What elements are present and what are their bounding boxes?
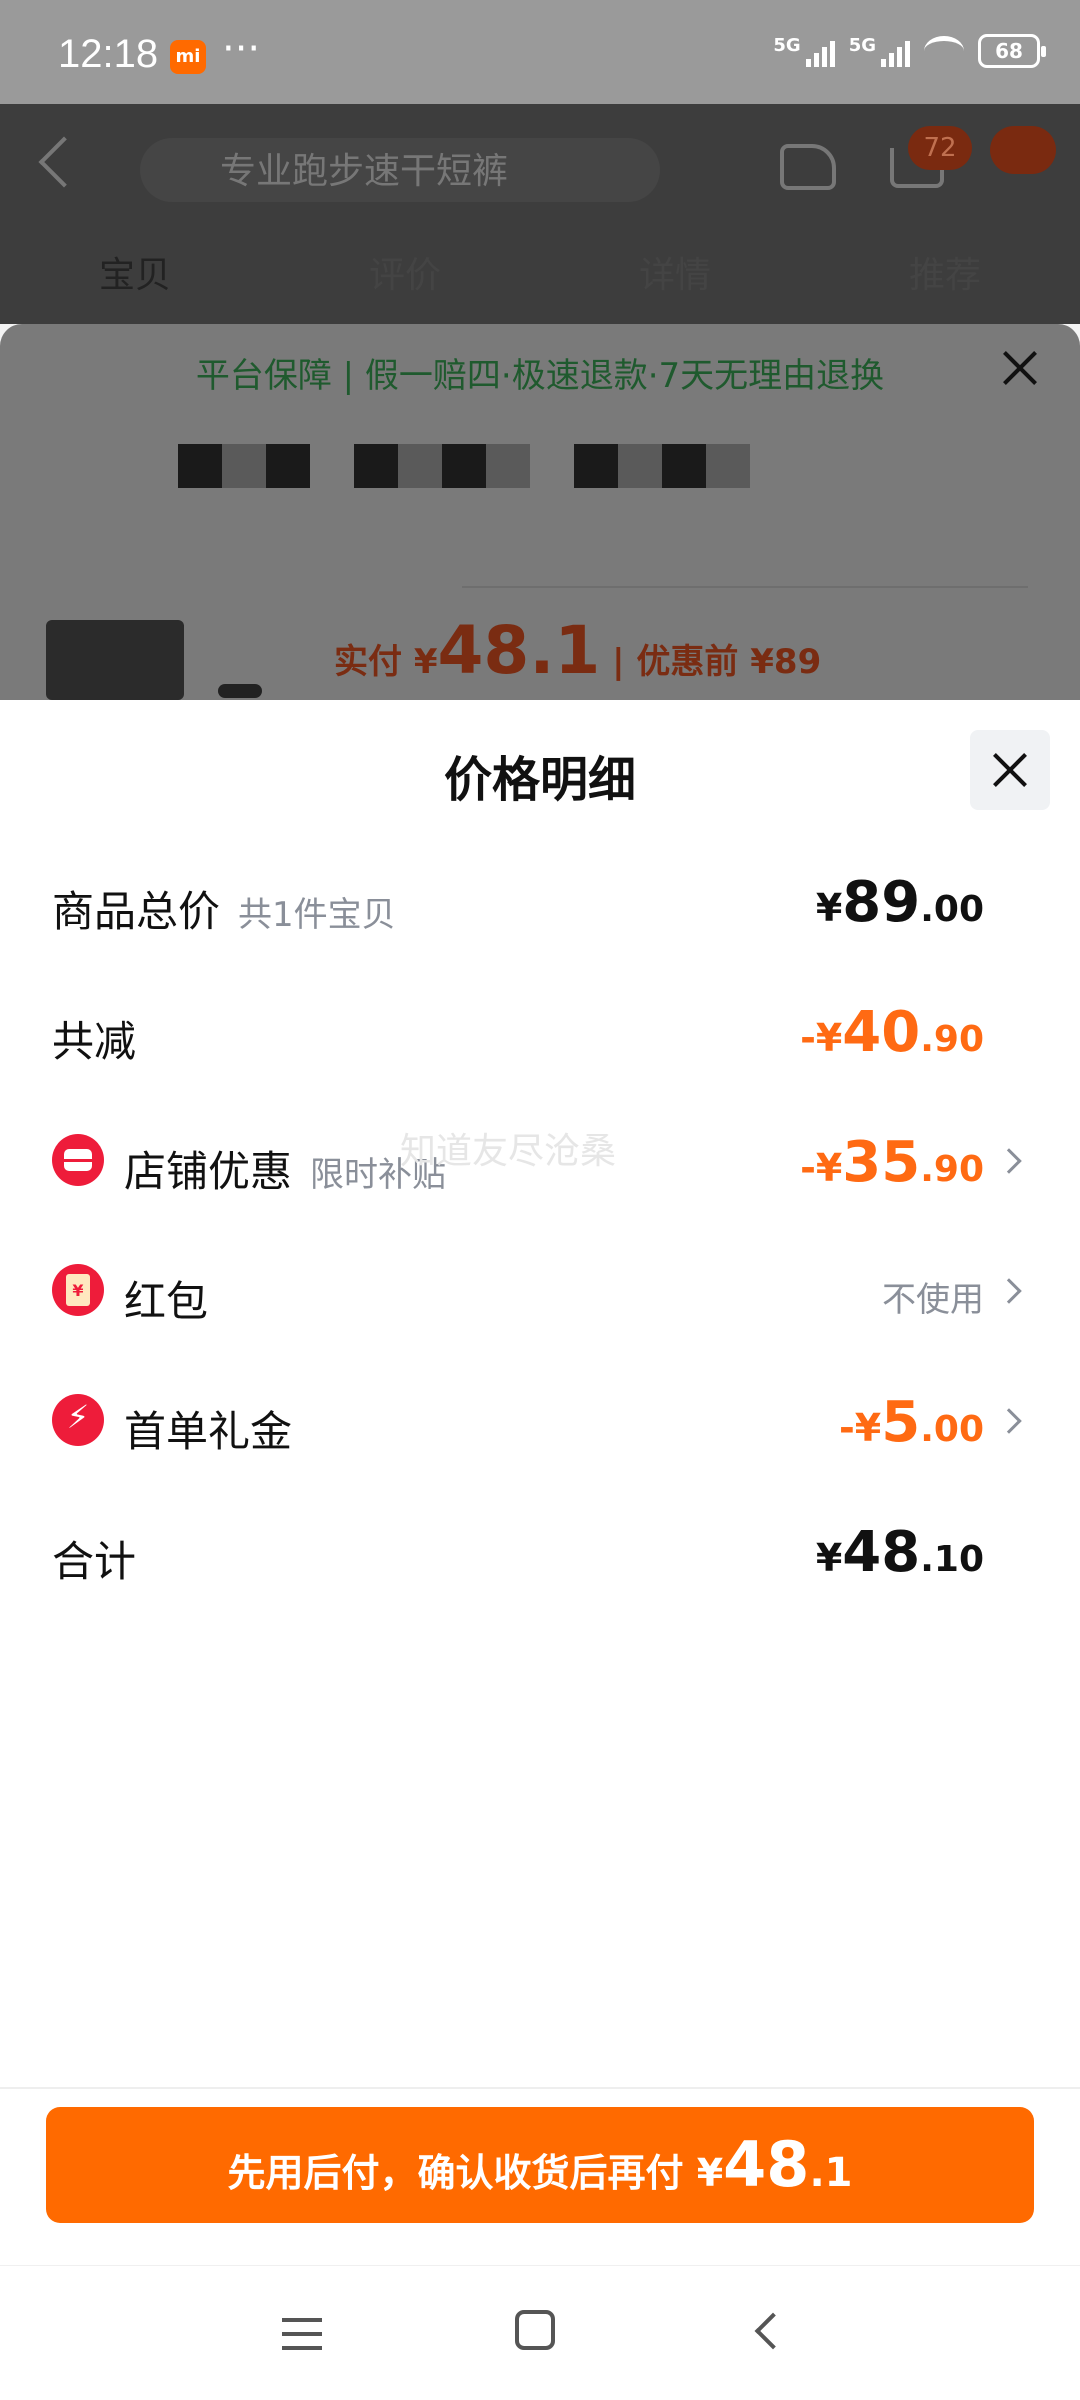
red-packet-value: 不使用 (882, 1280, 984, 1320)
back-nav-icon[interactable] (754, 2312, 792, 2350)
row-amount: -¥5.00 (839, 1390, 984, 1455)
divider (0, 2087, 1080, 2089)
row-label: 红包 (124, 1277, 209, 1326)
item-count: 共1件宝贝 (238, 895, 396, 935)
row-total-discount: 共减 -¥40.90 (0, 992, 1080, 1072)
row-amount: ¥48.10 (815, 1520, 984, 1585)
row-label: 商品总价 共1件宝贝 (52, 887, 396, 936)
watermark: 知道友尽沧桑 (400, 1131, 617, 1172)
sheet-title: 价格明细 (443, 752, 636, 808)
row-label: 首单礼金 (124, 1407, 293, 1456)
row-amount: -¥40.90 (800, 1000, 984, 1065)
home-icon[interactable] (515, 2310, 555, 2350)
row-label: 共减 (52, 1017, 137, 1066)
row-label: 店铺优惠 限时补贴 (124, 1147, 447, 1196)
chevron-right-icon (996, 1278, 1022, 1304)
row-grand-total: 合计 ¥48.10 (0, 1512, 1080, 1592)
chevron-right-icon (996, 1148, 1022, 1174)
system-nav-bar (0, 2265, 1080, 2400)
menu-icon[interactable] (282, 2318, 322, 2350)
dim-overlay[interactable] (0, 0, 1080, 700)
row-red-packet[interactable]: 红包 不使用 (0, 1252, 1080, 1332)
chevron-right-icon (996, 1408, 1022, 1434)
row-first-order-gift[interactable]: 首单礼金 -¥5.00 (0, 1382, 1080, 1462)
red-packet-icon (52, 1264, 104, 1316)
row-total-price: 商品总价 共1件宝贝 ¥89.00 (0, 862, 1080, 942)
shop-icon (52, 1134, 104, 1186)
row-amount: -¥35.90 (800, 1130, 984, 1195)
close-button[interactable] (970, 730, 1050, 810)
row-label: 合计 (52, 1537, 137, 1586)
row-amount: ¥89.00 (815, 870, 984, 935)
lightning-icon (52, 1394, 104, 1446)
pay-later-button[interactable]: 先用后付，确认收货后再付 ¥48.1 (46, 2107, 1034, 2223)
